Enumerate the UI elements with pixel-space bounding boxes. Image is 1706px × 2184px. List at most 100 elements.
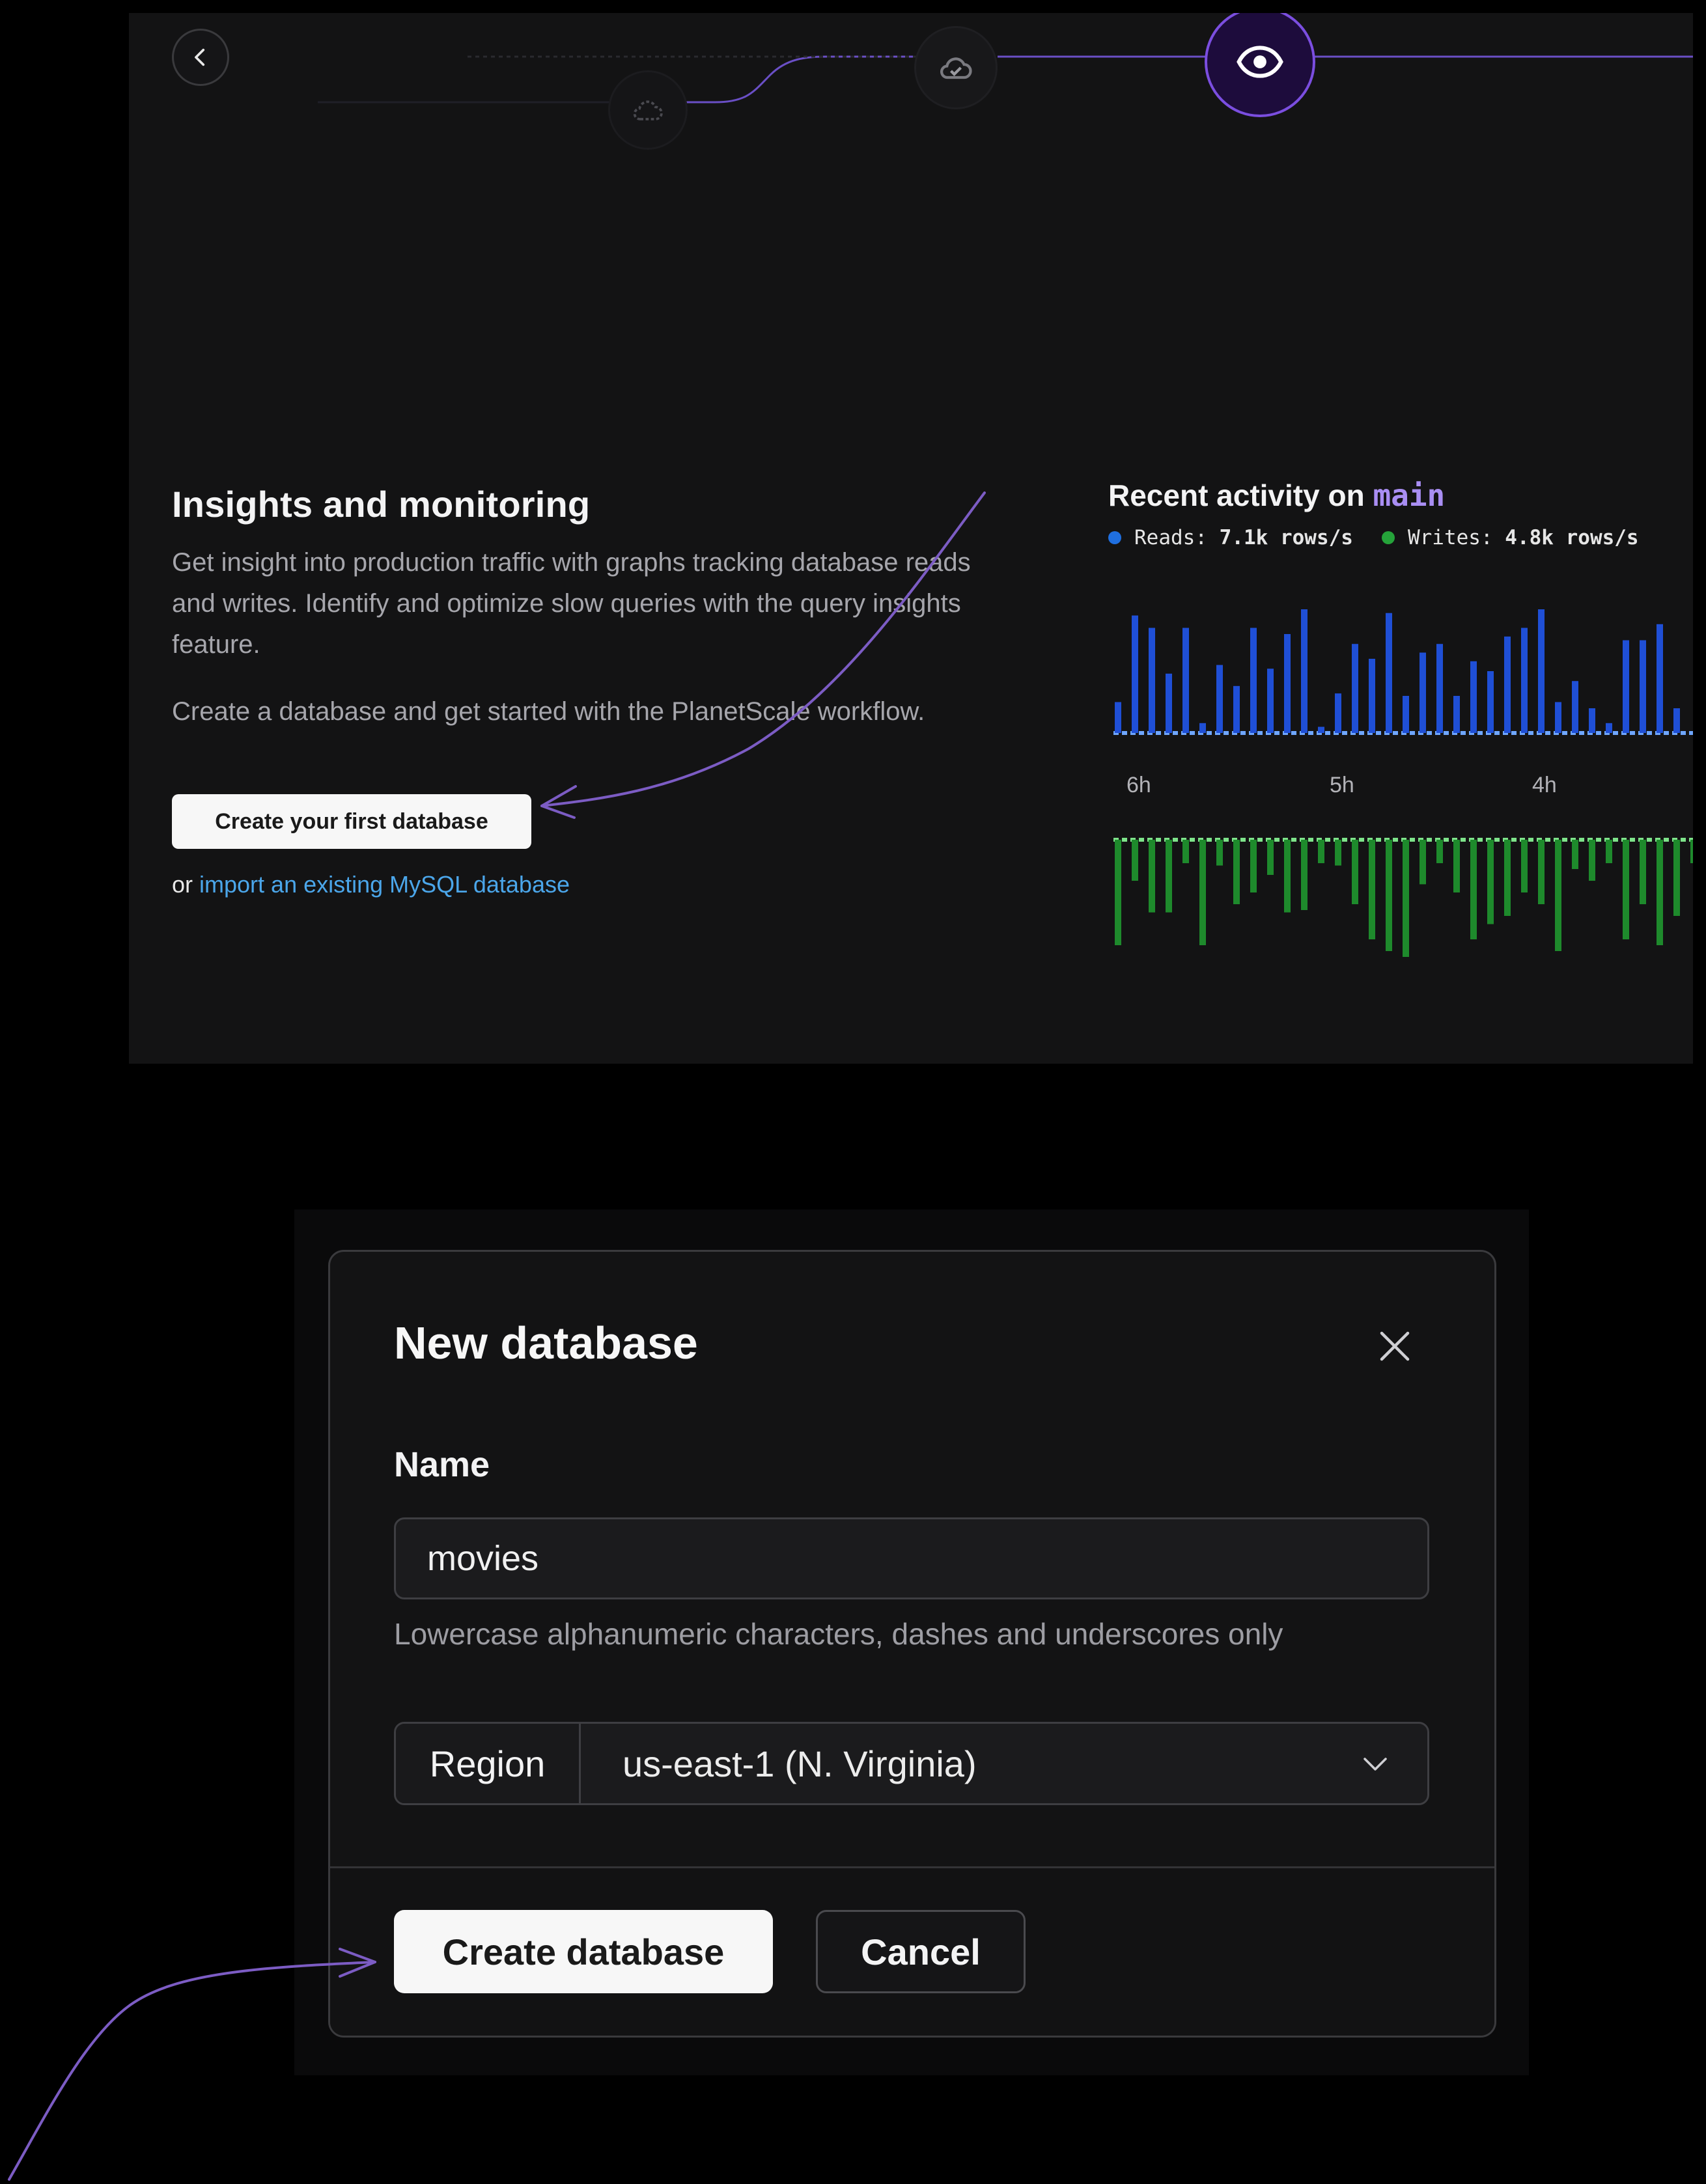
- insights-section: Insights and monitoring Get insight into…: [172, 483, 1018, 898]
- writes-bar: [1233, 840, 1240, 904]
- legend-reads: Reads: 7.1k rows/s: [1108, 526, 1353, 549]
- new-database-modal: New database Name Lowercase alphanumeric…: [328, 1250, 1496, 2038]
- reads-bar: [1521, 628, 1528, 733]
- writes-bar: [1487, 840, 1494, 924]
- time-axis-label: 4h: [1532, 773, 1557, 797]
- writes-bar: [1216, 840, 1223, 866]
- reads-bar: [1233, 685, 1240, 733]
- writes-bar: [1623, 840, 1629, 939]
- writes-value: 4.8k rows/s: [1505, 526, 1639, 549]
- writes-bar: [1166, 840, 1172, 913]
- writes-bar: [1572, 840, 1578, 869]
- cancel-button[interactable]: Cancel: [816, 1910, 1026, 1993]
- writes-bar: [1284, 840, 1291, 913]
- recent-activity: Recent activity on main Reads: 7.1k rows…: [1108, 478, 1693, 549]
- reads-bar: [1623, 640, 1629, 733]
- writes-bar: [1555, 840, 1561, 951]
- database-name-input[interactable]: [394, 1517, 1429, 1599]
- create-database-button[interactable]: Create database: [394, 1910, 773, 1993]
- activity-title-prefix: Recent activity on: [1108, 478, 1365, 512]
- reads-bar: [1453, 696, 1460, 733]
- reads-bar: [1115, 702, 1121, 733]
- import-line: or import an existing MySQL database: [172, 871, 570, 898]
- modal-footer: Create database Cancel: [330, 1866, 1494, 2036]
- reads-bar: [1657, 624, 1663, 733]
- cloud-icon: [633, 100, 663, 120]
- reads-bar: [1538, 609, 1545, 733]
- reads-bar: [1673, 708, 1680, 733]
- insights-description: Get insight into production traffic with…: [172, 548, 971, 659]
- writes-bar: [1504, 840, 1511, 916]
- activity-chart: 6h 5h 4h: [1113, 609, 1693, 957]
- reads-bar: [1149, 628, 1155, 733]
- reads-bar: [1640, 640, 1646, 733]
- writes-bar: [1115, 840, 1121, 945]
- region-label: Region: [396, 1724, 581, 1803]
- reads-bar: [1132, 615, 1138, 733]
- reads-bar: [1199, 723, 1206, 733]
- writes-bar: [1318, 840, 1324, 863]
- reads-bar: [1504, 636, 1511, 733]
- step-cloud-check: [914, 26, 998, 109]
- reads-bar: [1318, 726, 1324, 733]
- writes-bar: [1403, 840, 1409, 957]
- onboarding-stepper: [318, 55, 1693, 104]
- reads-bar: [1470, 661, 1477, 733]
- reads-bar: [1555, 702, 1561, 733]
- reads-bar: [1352, 644, 1358, 733]
- reads-label: Reads:: [1134, 526, 1207, 549]
- branch-name: main: [1373, 478, 1446, 513]
- writes-bar: [1369, 840, 1375, 939]
- import-mysql-link[interactable]: import an existing MySQL database: [199, 871, 570, 898]
- reads-bar: [1284, 634, 1291, 733]
- writes-bar: [1436, 840, 1443, 863]
- writes-bar: [1335, 840, 1341, 866]
- reads-bar: [1267, 669, 1274, 733]
- time-axis-label: 5h: [1330, 773, 1354, 797]
- back-button[interactable]: [172, 29, 229, 86]
- activity-title: Recent activity on main: [1108, 478, 1693, 513]
- region-select[interactable]: Region us-east-1 (N. Virginia): [394, 1722, 1429, 1805]
- reads-bar: [1166, 673, 1172, 733]
- reads-bar: [1606, 723, 1612, 733]
- legend-writes: Writes: 4.8k rows/s: [1381, 526, 1639, 549]
- writes-bar: [1149, 840, 1155, 913]
- writes-bar: [1470, 840, 1477, 939]
- reads-dot: [1108, 531, 1121, 544]
- writes-bar: [1250, 840, 1257, 892]
- reads-bar: [1369, 659, 1375, 733]
- chevron-down-icon: [1363, 1758, 1387, 1771]
- onboarding-panel: Insights and monitoring Get insight into…: [129, 13, 1693, 1064]
- reads-bar: [1572, 681, 1578, 733]
- writes-bar: [1267, 840, 1274, 875]
- writes-bar: [1589, 840, 1595, 881]
- writes-bar: [1640, 840, 1646, 904]
- region-value: us-east-1 (N. Virginia): [622, 1743, 977, 1784]
- reads-bar: [1403, 696, 1409, 733]
- writes-bar: [1690, 840, 1693, 863]
- writes-bar: [1132, 840, 1138, 881]
- step-cloud: [608, 70, 688, 150]
- insights-title: Insights and monitoring: [172, 484, 591, 525]
- close-button[interactable]: [1371, 1322, 1419, 1370]
- region-dropdown[interactable]: us-east-1 (N. Virginia): [581, 1724, 1427, 1803]
- reads-bar: [1335, 693, 1341, 733]
- writes-bar: [1521, 840, 1528, 892]
- reads-value: 7.1k rows/s: [1219, 526, 1353, 549]
- name-label: Name: [394, 1445, 490, 1484]
- reads-bar: [1436, 644, 1443, 733]
- activity-legend: Reads: 7.1k rows/s Writes: 4.8k rows/s: [1108, 526, 1693, 549]
- reads-bar: [1301, 609, 1307, 733]
- reads-bar: [1589, 708, 1595, 733]
- modal-title: New database: [394, 1318, 698, 1368]
- chevron-left-icon: [195, 48, 205, 66]
- name-hint: Lowercase alphanumeric characters, dashe…: [394, 1617, 1283, 1651]
- writes-bar: [1352, 840, 1358, 904]
- reads-bar: [1216, 665, 1223, 733]
- writes-bar: [1182, 840, 1189, 863]
- reads-bar: [1250, 628, 1257, 733]
- create-first-database-button[interactable]: Create your first database: [172, 794, 531, 849]
- writes-bar: [1657, 840, 1663, 945]
- insights-cta-text: Create a database and get started with t…: [172, 697, 925, 726]
- writes-bar: [1386, 840, 1392, 951]
